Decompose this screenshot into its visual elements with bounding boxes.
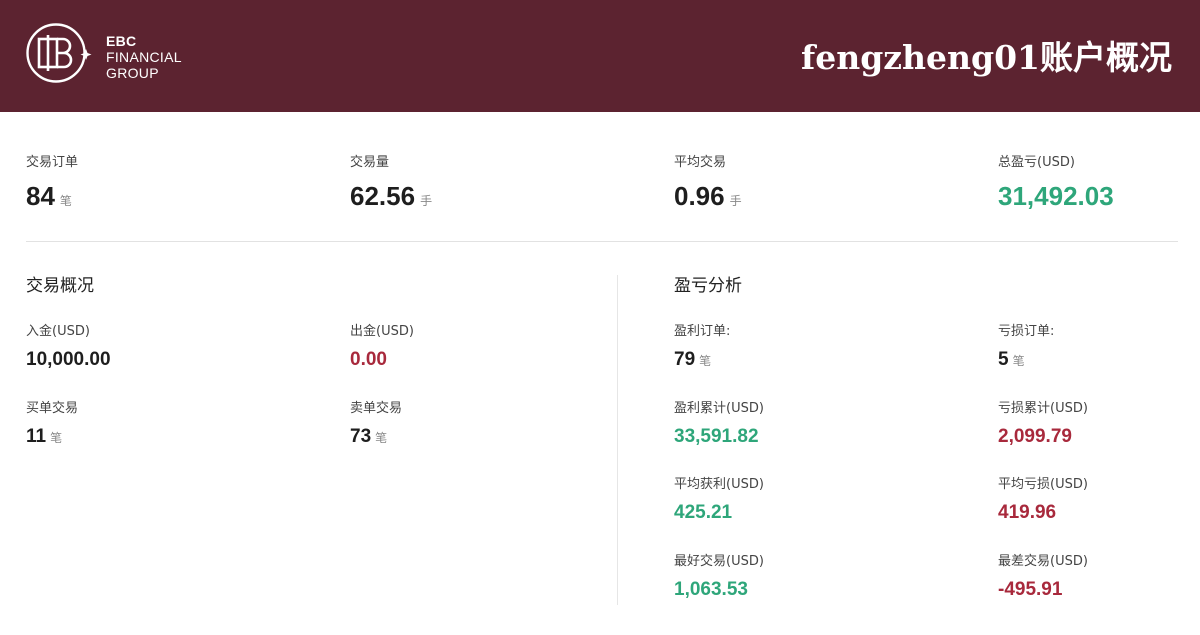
stat-label: 总盈亏(USD) xyxy=(998,155,1075,170)
best-trade-value: 1,063.53 xyxy=(674,579,748,600)
deposit-value: 10,000.00 xyxy=(26,349,111,370)
buy-trades-value: 11 xyxy=(26,426,47,447)
profit-orders-unit: 笔 xyxy=(699,354,712,368)
stat-unit: 手 xyxy=(420,194,433,208)
profit-total-item: 盈利累计(USD) 33,591.82 xyxy=(674,400,764,448)
stat-total-orders: 交易订单 84 笔 xyxy=(26,154,78,212)
sell-trades-value: 73 xyxy=(350,426,372,447)
header-banner: EBC FINANCIAL GROUP fengzheng01账户概况 xyxy=(0,0,1200,112)
best-trade-label: 最好交易(USD) xyxy=(674,554,764,569)
ebc-logo: EBC FINANCIAL GROUP xyxy=(26,22,196,88)
profit-total-label: 盈利累计(USD) xyxy=(674,401,764,416)
withdrawal-item: 出金(USD) 0.00 xyxy=(350,323,414,371)
stat-unit: 手 xyxy=(729,194,742,208)
section-title-overview: 交易概况 xyxy=(26,276,94,296)
avg-profit-value: 425.21 xyxy=(674,502,733,523)
divider-horizontal xyxy=(26,241,1178,242)
avg-loss-label: 平均亏损(USD) xyxy=(998,477,1088,492)
loss-orders-item: 亏损订单: 5笔 xyxy=(998,323,1054,371)
loss-orders-label: 亏损订单: xyxy=(998,324,1055,339)
section-title-pnl: 盈亏分析 xyxy=(674,276,742,296)
deposit-item: 入金(USD) 10,000.00 xyxy=(26,323,111,371)
loss-total-item: 亏损累计(USD) 2,099.79 xyxy=(998,400,1088,448)
worst-trade-item: 最差交易(USD) -495.91 xyxy=(998,553,1088,601)
stat-total-pnl: 总盈亏(USD) 31,492.03 xyxy=(998,154,1114,212)
withdrawal-value: 0.00 xyxy=(350,349,387,370)
stat-label: 交易量 xyxy=(350,155,390,170)
sell-trades-item: 卖单交易 73 笔 xyxy=(350,400,402,448)
stat-value: 84 xyxy=(26,181,55,211)
logo-line-2: FINANCIAL xyxy=(106,49,182,65)
logo-text: EBC FINANCIAL GROUP xyxy=(106,33,182,81)
page-title: fengzheng01账户概况 xyxy=(801,38,1172,77)
best-trade-item: 最好交易(USD) 1,063.53 xyxy=(674,553,764,601)
sell-trades-label: 卖单交易 xyxy=(350,401,403,416)
loss-orders-unit: 笔 xyxy=(1012,354,1025,368)
avg-loss-item: 平均亏损(USD) 419.96 xyxy=(998,476,1088,524)
divider-vertical xyxy=(617,275,618,605)
profit-orders-item: 盈利订单: 79 笔 xyxy=(674,323,730,371)
stat-value: 62.56 xyxy=(350,181,416,211)
ebc-logo-icon xyxy=(26,23,92,83)
profit-total-value: 33,591.82 xyxy=(674,426,759,447)
withdrawal-label: 出金(USD) xyxy=(350,324,414,339)
deposit-label: 入金(USD) xyxy=(26,324,90,339)
stat-value: 0.96 xyxy=(674,181,725,211)
stat-unit: 笔 xyxy=(59,194,72,208)
buy-trades-item: 买单交易 11 笔 xyxy=(26,400,78,448)
sell-trades-unit: 笔 xyxy=(375,431,388,445)
profit-orders-value: 79 xyxy=(674,349,696,370)
profit-orders-label: 盈利订单: xyxy=(674,324,731,339)
stat-average-trade: 平均交易 0.96 手 xyxy=(674,154,742,212)
avg-profit-item: 平均获利(USD) 425.21 xyxy=(674,476,764,524)
loss-total-label: 亏损累计(USD) xyxy=(998,401,1088,416)
buy-trades-label: 买单交易 xyxy=(26,401,79,416)
logo-line-3: GROUP xyxy=(106,65,159,81)
stat-value: 31,492.03 xyxy=(998,181,1114,211)
loss-orders-value: 5 xyxy=(998,349,1009,370)
stat-label: 交易订单 xyxy=(26,155,79,170)
buy-trades-unit: 笔 xyxy=(50,431,63,445)
loss-total-value: 2,099.79 xyxy=(998,426,1072,447)
avg-profit-label: 平均获利(USD) xyxy=(674,477,764,492)
logo-line-1: EBC xyxy=(106,33,137,49)
stat-label: 平均交易 xyxy=(674,155,727,170)
worst-trade-value: -495.91 xyxy=(998,579,1063,600)
worst-trade-label: 最差交易(USD) xyxy=(998,554,1088,569)
avg-loss-value: 419.96 xyxy=(998,502,1057,523)
stat-volume: 交易量 62.56 手 xyxy=(350,154,432,212)
